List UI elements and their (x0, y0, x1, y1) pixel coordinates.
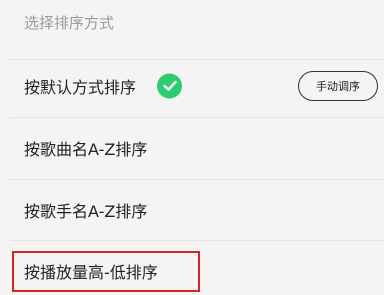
option-default-sort[interactable]: 按默认方式排序 手动调序 (0, 56, 384, 116)
sort-dialog: 选择排序方式 按默认方式排序 手动调序 按歌曲名A-Z排序 按歌手名A-Z排序 … (0, 0, 384, 295)
checkmark-icon (157, 73, 182, 99)
option-sort-by-artist-name[interactable]: 按歌手名A-Z排序 (0, 180, 384, 240)
manual-reorder-button[interactable]: 手动调序 (298, 71, 378, 101)
highlight-box (12, 251, 200, 292)
dialog-title: 选择排序方式 (24, 14, 115, 32)
option-sort-by-song-name[interactable]: 按歌曲名A-Z排序 (0, 118, 384, 178)
option-label: 按歌曲名A-Z排序 (24, 140, 148, 159)
option-label: 按歌手名A-Z排序 (24, 202, 148, 221)
option-label: 按默认方式排序 (24, 78, 137, 97)
